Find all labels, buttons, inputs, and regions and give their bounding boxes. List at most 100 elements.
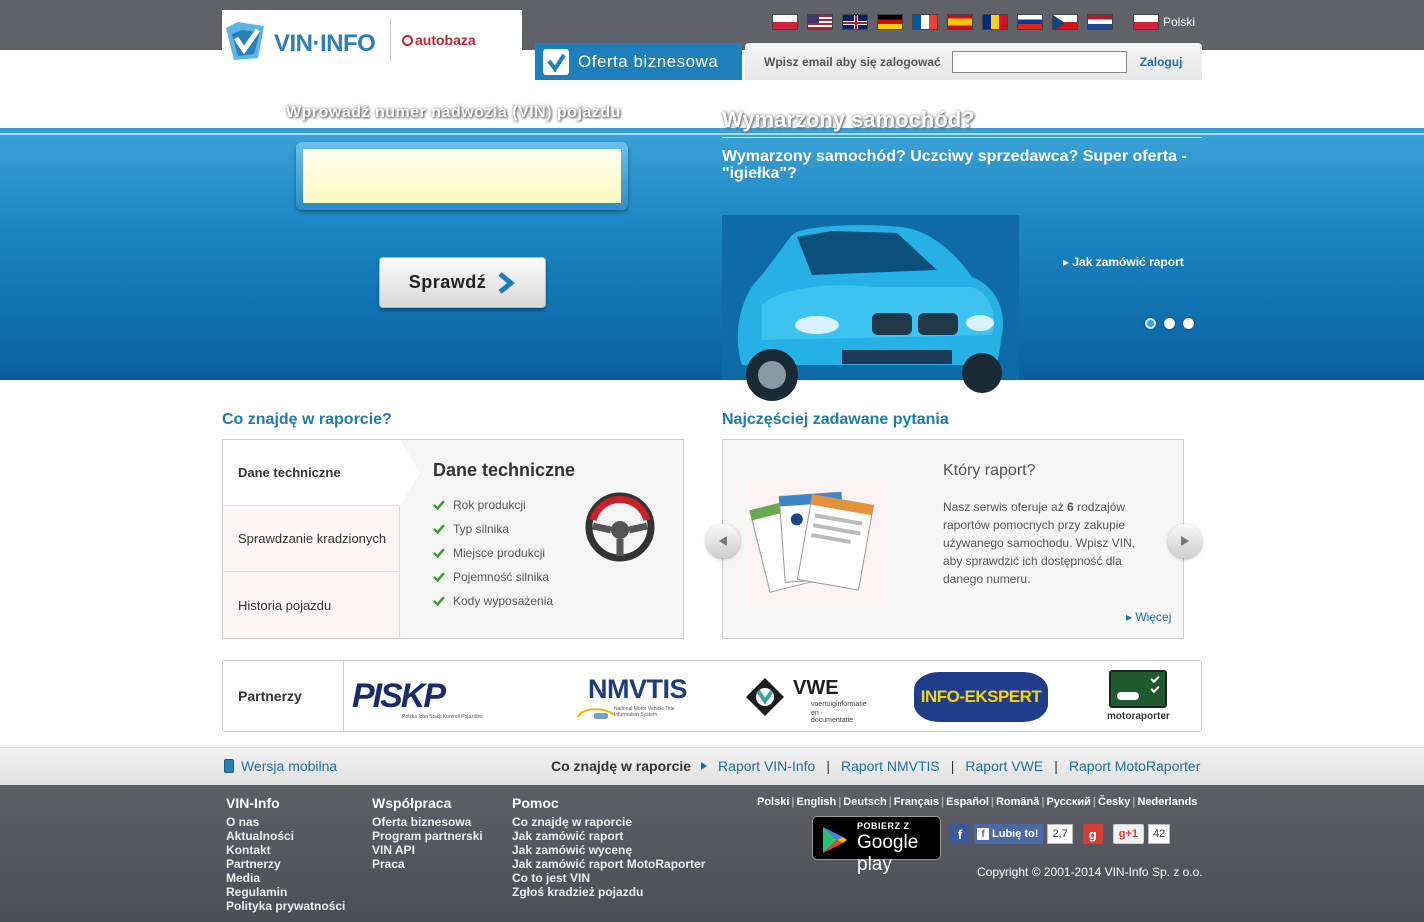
mobile-version-link[interactable]: Wersja mobilna bbox=[224, 758, 337, 774]
footer-link-jobs[interactable]: Praca bbox=[372, 857, 483, 871]
flag-gb-icon[interactable] bbox=[842, 14, 868, 30]
link-report-nmvtis[interactable]: Raport NMVTIS bbox=[841, 758, 940, 774]
footer-link-business-offer[interactable]: Oferta biznesowa bbox=[372, 815, 483, 829]
check-vin-button[interactable]: Sprawdź bbox=[379, 257, 546, 308]
footer-lang-cz[interactable]: Česky bbox=[1098, 796, 1130, 808]
list-item: Miejsce produkcji bbox=[433, 541, 575, 565]
footer-link-how-to-order-motoraporter[interactable]: Jak zamówić raport MotoRaporter bbox=[512, 857, 705, 871]
footer-lang-fr[interactable]: Français bbox=[894, 796, 939, 808]
flag-pl-current-icon bbox=[1133, 14, 1159, 30]
feature-label: Rok produkcji bbox=[453, 498, 526, 512]
footer-link-contact[interactable]: Kontakt bbox=[226, 843, 345, 857]
footer-link-privacy[interactable]: Polityka prywatności bbox=[226, 899, 345, 913]
slider-dot-1[interactable] bbox=[1145, 318, 1156, 329]
faq-panel: Który raport? Nasz serwis oferuje aż 6 r… bbox=[722, 439, 1184, 639]
footer-col-title: VIN-Info bbox=[226, 795, 280, 811]
google-plus-icon[interactable]: g bbox=[1082, 824, 1103, 844]
partner-vwe-logo[interactable]: VWE voertuiginformatie en -documentatie bbox=[745, 669, 867, 725]
check-icon bbox=[433, 500, 445, 510]
login-label: Wpisz email aby się zalogować bbox=[764, 54, 941, 69]
footer-lang-es[interactable]: Español bbox=[946, 796, 989, 808]
faq-prev-button[interactable] bbox=[706, 524, 740, 558]
flag-ro-icon[interactable] bbox=[982, 14, 1008, 30]
how-to-order-link[interactable]: ▸ Jak zamówić raport bbox=[1063, 255, 1184, 269]
vin-info-logo[interactable]: VIN·INFO bbox=[222, 16, 382, 64]
flag-ru-icon[interactable] bbox=[1017, 14, 1043, 30]
business-offer-icon bbox=[543, 48, 569, 75]
flag-pl-icon[interactable] bbox=[772, 14, 798, 30]
partner-nmvtis-logo[interactable]: NMVTIS National Motor Vehicle Title Info… bbox=[576, 669, 694, 725]
footer-lang-pl[interactable]: Polski bbox=[757, 796, 789, 808]
business-offer-tab[interactable]: Oferta biznesowa bbox=[535, 43, 742, 80]
footer-link-report-contents[interactable]: Co znajdę w raporcie bbox=[512, 815, 705, 829]
slider-dot-3[interactable] bbox=[1183, 318, 1194, 329]
list-item: Rok produkcji bbox=[433, 493, 575, 517]
partners-label: Partnerzy bbox=[223, 661, 344, 731]
check-icon bbox=[433, 596, 445, 606]
faq-more-link[interactable]: ▸ Więcej bbox=[1126, 610, 1171, 624]
footer-link-report-theft[interactable]: Zgłoś kradzież pojazdu bbox=[512, 885, 705, 899]
google-play-icon bbox=[823, 827, 847, 853]
footer-languages: Polski | English | Deutsch | Français | Espa… bbox=[757, 796, 1198, 808]
partner-nmvtis-subtitle: National Motor Vehicle Title Information… bbox=[614, 706, 675, 718]
login-button[interactable]: Zaloguj bbox=[1140, 55, 1183, 69]
footer-link-how-to-order[interactable]: Jak zamówić raport bbox=[512, 829, 705, 843]
flag-es-icon[interactable] bbox=[947, 14, 973, 30]
footer-lang-en[interactable]: English bbox=[796, 796, 836, 808]
slider-dot-2[interactable] bbox=[1164, 318, 1175, 329]
vin-input[interactable] bbox=[303, 149, 621, 203]
tab-stolen-check[interactable]: Sprawdzanie kradzionych bbox=[223, 506, 400, 572]
list-item: Typ silnika bbox=[433, 517, 575, 541]
footer-lang-ru[interactable]: Русский bbox=[1046, 796, 1090, 808]
current-language[interactable]: Polski bbox=[1133, 14, 1195, 30]
partner-info-ekspert-logo[interactable]: INFO-EKSPERT bbox=[913, 669, 1049, 725]
footer-lang-nl[interactable]: Nederlands bbox=[1138, 796, 1198, 808]
facebook-like-count: 2,7 bbox=[1047, 824, 1073, 844]
faq-next-button[interactable] bbox=[1168, 524, 1202, 558]
facebook-like-button[interactable]: f Lubię to! bbox=[974, 824, 1044, 844]
footer-link-media[interactable]: Media bbox=[226, 871, 345, 885]
hero-top-line bbox=[0, 128, 1424, 131]
flag-fr-icon[interactable] bbox=[912, 14, 938, 30]
google-plus-one-button[interactable]: g +1 bbox=[1112, 824, 1145, 844]
partner-info-ekspert-text: INFO-EKSPERT bbox=[920, 687, 1042, 706]
link-report-vwe[interactable]: Raport VWE bbox=[965, 758, 1043, 774]
footer-link-partners[interactable]: Partnerzy bbox=[226, 857, 345, 871]
link-separator: | bbox=[950, 758, 955, 774]
google-play-big-text: Google play bbox=[857, 832, 919, 875]
link-report-motoraporter[interactable]: Raport MotoRaporter bbox=[1069, 758, 1201, 774]
autobaza-logo[interactable]: autobaza bbox=[402, 32, 476, 48]
footer-lang-ro[interactable]: Română bbox=[996, 796, 1039, 808]
language-flags bbox=[772, 14, 1113, 30]
footer-link-terms[interactable]: Regulamin bbox=[226, 885, 345, 899]
partner-motoraporter-logo[interactable]: motoraporter bbox=[1103, 669, 1173, 725]
footer-link-how-to-order-valuation[interactable]: Jak zamówić wycenę bbox=[512, 843, 705, 857]
list-item: Kody wyposażenia bbox=[433, 589, 575, 613]
flag-nl-icon[interactable] bbox=[1087, 14, 1113, 30]
flag-cz-icon[interactable] bbox=[1052, 14, 1078, 30]
footer-link-about[interactable]: O nas bbox=[226, 815, 345, 829]
login-email-input[interactable] bbox=[951, 50, 1127, 73]
facebook-icon[interactable]: f bbox=[950, 824, 970, 844]
footer-link-what-is-vin[interactable]: Co to jest VIN bbox=[512, 871, 705, 885]
faq-answer-count: 6 bbox=[1067, 500, 1074, 514]
partner-vwe-text: VWE bbox=[793, 677, 839, 699]
vwe-logo-icon bbox=[746, 678, 784, 716]
tab-technical-data[interactable]: Dane techniczne bbox=[223, 440, 420, 506]
footer-link-partner-program[interactable]: Program partnerski bbox=[372, 829, 483, 843]
social-buttons: f f Lubię to! 2,7 g g +1 42 bbox=[950, 824, 1171, 844]
mobile-version-label: Wersja mobilna bbox=[241, 758, 338, 774]
google-play-badge[interactable]: POBIERZ Z Google play bbox=[812, 816, 941, 875]
autobaza-text: autobaza bbox=[415, 32, 476, 48]
link-report-vin-info[interactable]: Raport VIN-Info bbox=[718, 758, 815, 774]
partner-piskp-logo[interactable]: PISKP Polska Izba Stacji Kontroli Pojazd… bbox=[351, 669, 511, 725]
partner-motoraporter-text: motoraporter bbox=[1107, 711, 1170, 722]
footer-link-news[interactable]: Aktualności bbox=[226, 829, 345, 843]
how-to-order-label: Jak zamówić raport bbox=[1072, 255, 1184, 269]
footer-lang-de[interactable]: Deutsch bbox=[843, 796, 886, 808]
flag-de-icon[interactable] bbox=[877, 14, 903, 30]
flag-us-icon[interactable] bbox=[807, 14, 833, 30]
footer-link-vin-api[interactable]: VIN API bbox=[372, 843, 483, 857]
tab-vehicle-history[interactable]: Historia pojazdu bbox=[223, 572, 400, 638]
faq-more-label: Więcej bbox=[1135, 610, 1172, 624]
